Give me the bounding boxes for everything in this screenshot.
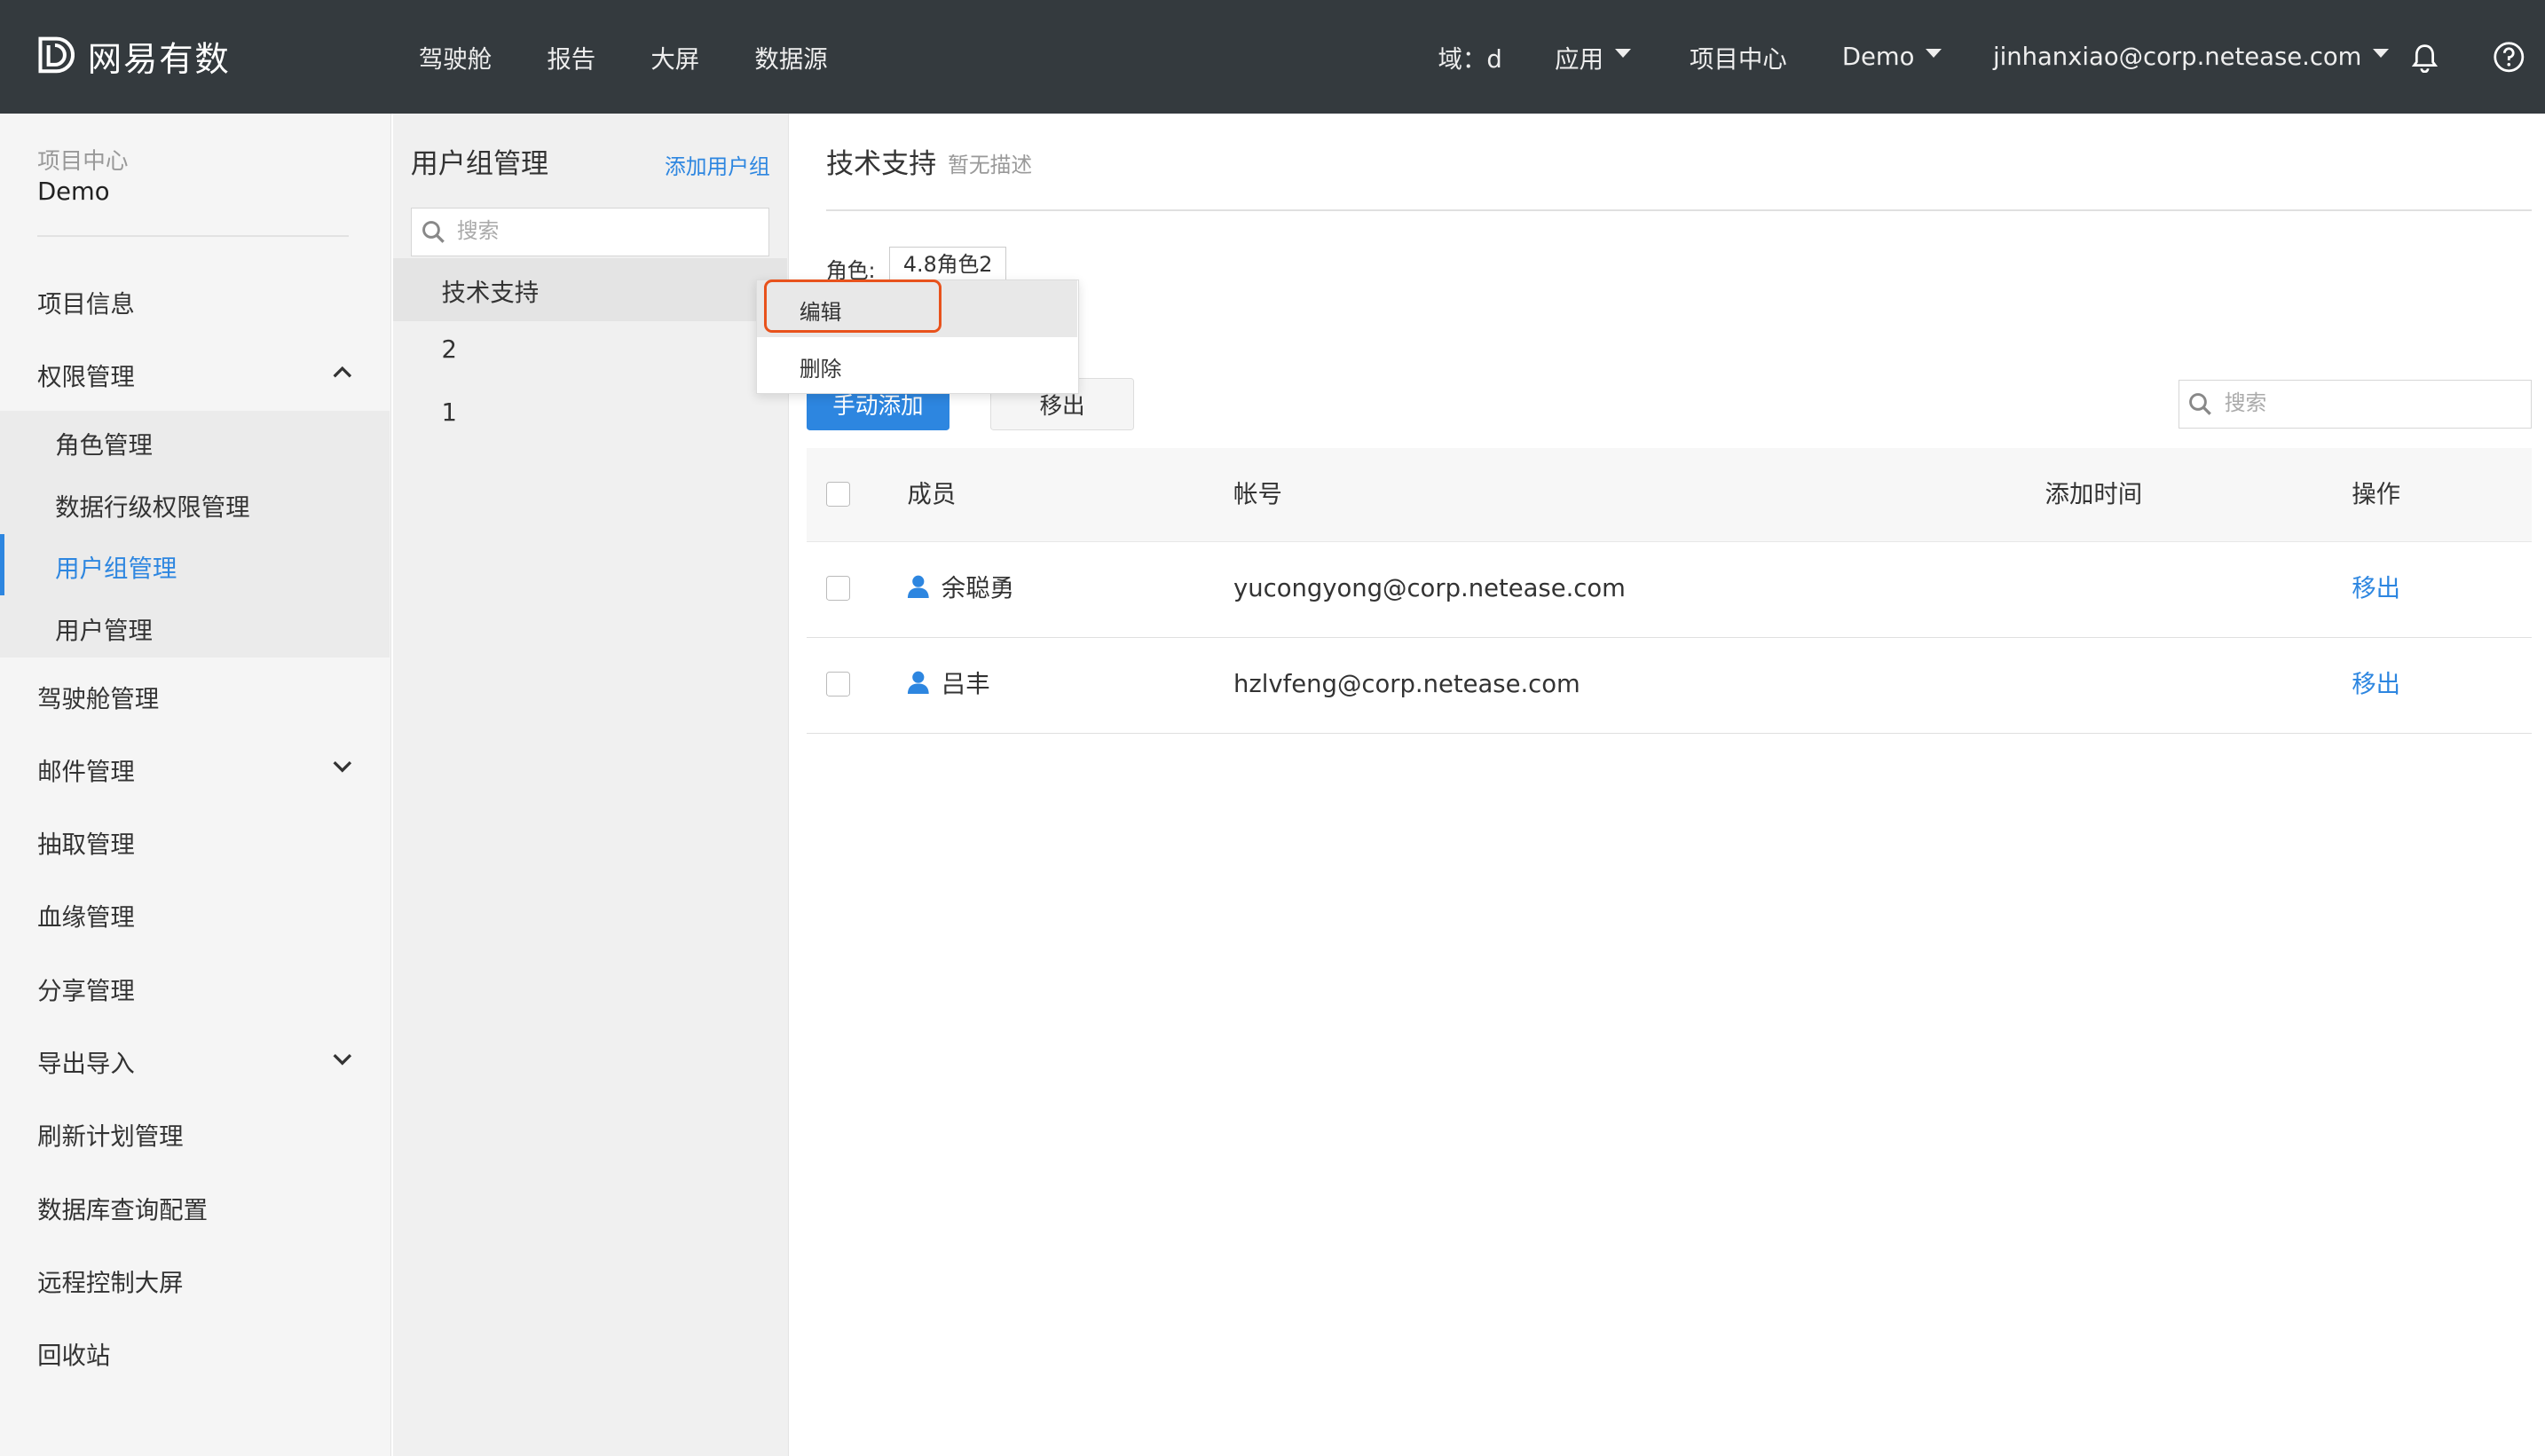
member-cell: 余聪勇 [907,542,1014,636]
project-center-link[interactable]: 项目中心 [1690,0,1787,114]
group-list-item[interactable]: 2 [393,321,787,384]
group-description: 暂无描述 [948,153,1033,178]
domain-label[interactable]: 域：d [1438,0,1501,114]
sidebar-item-mail-management[interactable]: 邮件管理 [37,752,135,787]
project-center-label: 项目中心 [37,147,129,175]
group-name: 技术支持 [441,279,540,308]
user-group-panel: 用户组管理 添加用户组 技术支持 2 1 [392,114,789,1456]
app-menu-label: 应用 [1555,46,1604,74]
sidebar-item-remote-screen[interactable]: 远程控制大屏 [37,1263,184,1298]
sidebar-item-lineage-management[interactable]: 血缘管理 [37,897,135,933]
table-header: 成员 帐号 添加时间 操作 [807,447,2533,542]
logo-icon [38,36,75,74]
active-indicator [0,533,5,596]
member-name: 余聪勇 [941,574,1015,602]
column-header-added-time: 添加时间 [2045,480,2143,508]
sidebar-item-import-export[interactable]: 导出导入 [37,1043,135,1079]
member-account: yucongyong@corp.netease.com [1233,574,1626,602]
sidebar-item-user-management[interactable]: 用户管理 [55,610,153,646]
help-icon[interactable] [2493,41,2525,74]
select-all-checkbox[interactable] [825,482,851,507]
bell-icon[interactable] [2410,43,2439,74]
nav-item-datasource[interactable]: 数据源 [754,39,827,75]
chevron-down-icon[interactable] [331,754,354,777]
member-account: hzlvfeng@corp.netease.com [1233,670,1580,698]
chevron-down-icon[interactable] [331,1047,354,1070]
add-user-group-link[interactable]: 添加用户组 [665,149,770,180]
highlight-box [764,279,942,333]
sidebar: 项目中心 Demo 项目信息 权限管理 角色管理 数据行级权限管理 用户组管理 … [0,114,391,1456]
group-name: 1 [441,398,457,427]
group-list-item[interactable]: 1 [393,384,787,447]
table-row: 余聪勇 yucongyong@corp.netease.com 移出 [807,541,2533,638]
group-search-input[interactable] [453,216,697,245]
top-navigation-bar: 网易有数 驾驶舱 报告 大屏 数据源 域：d 应用 项目中心 Demo jinh… [0,0,2545,114]
user-email: jinhanxiao@corp.netease.com [1993,43,2362,71]
column-header-actions: 操作 [2352,480,2401,508]
caret-down-icon [1926,49,1942,59]
menu-item-label: 删除 [799,357,842,382]
column-header-member: 成员 [907,480,957,508]
caret-down-icon [2373,49,2390,59]
divider [37,235,350,238]
project-menu[interactable]: Demo [1842,0,1942,114]
sidebar-item-db-query-config[interactable]: 数据库查询配置 [37,1190,208,1225]
user-icon [908,671,930,695]
user-icon [908,575,930,599]
sidebar-item-role-management[interactable]: 角色管理 [55,425,153,460]
sidebar-item-permissions[interactable]: 权限管理 [37,357,135,392]
member-cell: 吕丰 [907,638,990,732]
sidebar-item-extract-management[interactable]: 抽取管理 [37,824,135,860]
member-name: 吕丰 [941,670,990,698]
nav-item-bigscreen[interactable]: 大屏 [650,39,699,75]
sidebar-item-cockpit-management[interactable]: 驾驶舱管理 [37,679,159,714]
app-menu[interactable]: 应用 [1555,0,1631,114]
nav-item-report[interactable]: 报告 [547,39,595,75]
divider [825,209,2533,211]
project-menu-label: Demo [1841,43,1915,71]
chevron-up-icon[interactable] [331,360,354,383]
group-detail-title: 技术支持 [825,148,937,181]
project-name: Demo [37,178,110,207]
row-checkbox[interactable] [825,672,851,697]
logo-text: 网易有数 [87,40,231,81]
row-checkbox[interactable] [825,576,851,601]
group-name: 2 [441,335,457,364]
sidebar-item-share-management[interactable]: 分享管理 [37,971,135,1006]
menu-item-delete[interactable]: 删除 [757,337,1076,394]
logo[interactable]: 网易有数 [35,33,230,82]
member-search-input[interactable] [2221,389,2465,417]
search-icon [422,220,445,243]
remove-member-link[interactable]: 移出 [2352,542,2400,636]
main-nav: 驾驶舱 报告 大屏 数据源 [419,0,883,114]
sidebar-item-row-permissions[interactable]: 数据行级权限管理 [55,487,249,523]
nav-item-cockpit[interactable]: 驾驶舱 [419,39,492,75]
search-icon [2189,392,2212,415]
table-row: 吕丰 hzlvfeng@corp.netease.com 移出 [807,637,2533,734]
member-search-field[interactable] [2178,379,2533,429]
column-header-account: 帐号 [1233,480,1282,508]
remove-member-link[interactable]: 移出 [2352,638,2400,732]
caret-down-icon [1614,49,1631,59]
sidebar-item-refresh-plans[interactable]: 刷新计划管理 [37,1116,184,1152]
user-group-title: 用户组管理 [410,148,549,181]
group-list-item[interactable]: 技术支持 [392,257,788,322]
user-menu[interactable]: jinhanxiao@corp.netease.com [1993,0,2390,114]
group-search-field[interactable] [410,208,769,256]
sidebar-item-user-groups[interactable]: 用户组管理 [55,548,177,584]
sidebar-item-recycle-bin[interactable]: 回收站 [37,1335,110,1371]
sidebar-item-project-info[interactable]: 项目信息 [37,284,135,319]
